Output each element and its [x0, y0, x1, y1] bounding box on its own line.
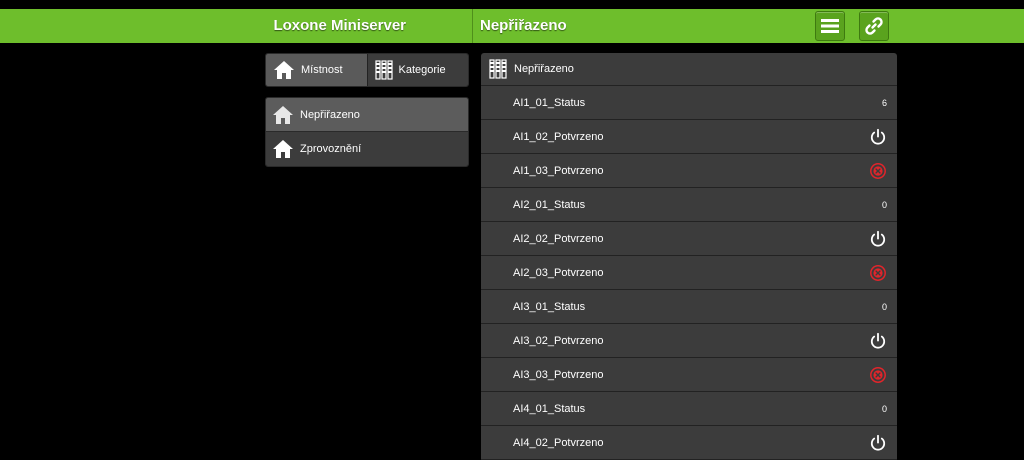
row-value: 0: [881, 199, 887, 210]
power-icon[interactable]: [869, 434, 887, 452]
app-title: Loxone Miniserver: [273, 17, 406, 34]
list-row[interactable]: AI3_02_Potvrzeno: [481, 324, 897, 358]
segment-category[interactable]: Kategorie: [366, 54, 468, 86]
list-row[interactable]: AI4_01_Status 0: [481, 392, 897, 426]
hamburger-icon: [821, 19, 839, 33]
row-value: 0: [881, 403, 887, 414]
room-item-label: Zprovoznění: [300, 143, 362, 155]
row-label: AI2_03_Potvrzeno: [513, 266, 604, 279]
row-label: AI4_01_Status: [513, 402, 586, 415]
link-button[interactable]: [859, 11, 889, 41]
power-icon[interactable]: [869, 332, 887, 350]
list-row[interactable]: AI4_02_Potvrzeno: [481, 426, 897, 460]
row-label: AI3_01_Status: [513, 300, 586, 313]
house-icon: [273, 105, 293, 124]
link-icon: [865, 17, 883, 35]
row-label: AI2_01_Status: [513, 198, 586, 211]
app-header: Loxone Miniserver Nepřiřazeno: [0, 9, 1024, 43]
list-row[interactable]: AI2_02_Potvrzeno: [481, 222, 897, 256]
row-label: AI1_01_Status: [513, 96, 586, 109]
house-icon: [274, 61, 294, 79]
power-icon[interactable]: [869, 128, 887, 146]
category-icon: [374, 60, 393, 80]
list-row[interactable]: AI2_01_Status 0: [481, 188, 897, 222]
segment-category-label: Kategorie: [398, 64, 446, 76]
list-row[interactable]: AI1_02_Potvrzeno: [481, 120, 897, 154]
list-row[interactable]: AI2_03_Potvrzeno: [481, 256, 897, 290]
list-row[interactable]: AI1_03_Potvrzeno: [481, 154, 897, 188]
room-item-label: Nepřiřazeno: [300, 108, 360, 121]
room-list: Nepřiřazeno Zprovoznění: [265, 97, 469, 167]
error-icon[interactable]: [869, 366, 887, 384]
row-label: AI3_03_Potvrzeno: [513, 368, 604, 381]
row-value: 0: [881, 301, 887, 312]
room-item-unassigned[interactable]: Nepřiřazeno: [266, 98, 468, 132]
list-row[interactable]: AI1_01_Status 6: [481, 86, 897, 120]
row-label: AI4_02_Potvrzeno: [513, 436, 604, 449]
view-segmented-control: Místnost Kategorie: [265, 53, 469, 87]
row-label: AI1_02_Potvrzeno: [513, 130, 604, 143]
list-row[interactable]: AI3_03_Potvrzeno: [481, 358, 897, 392]
list-header: Nepřiřazeno: [481, 53, 897, 86]
page-title: Nepřiřazeno: [480, 17, 567, 34]
row-value: 6: [881, 97, 887, 108]
error-icon[interactable]: [869, 264, 887, 282]
room-item-commissioning[interactable]: Zprovoznění: [266, 132, 468, 166]
error-icon[interactable]: [869, 162, 887, 180]
header-divider: [472, 9, 473, 43]
list-row[interactable]: AI3_01_Status 0: [481, 290, 897, 324]
menu-button[interactable]: [815, 11, 845, 41]
list-header-label: Nepřiřazeno: [514, 63, 574, 75]
row-label: AI2_02_Potvrzeno: [513, 232, 604, 245]
segment-room[interactable]: Místnost: [266, 54, 367, 86]
segment-room-label: Místnost: [301, 64, 343, 76]
row-label: AI1_03_Potvrzeno: [513, 164, 604, 177]
power-icon[interactable]: [869, 230, 887, 248]
control-list: Nepřiřazeno AI1_01_Status 6 AI1_02_Potvrze…: [481, 53, 897, 460]
row-label: AI3_02_Potvrzeno: [513, 334, 604, 347]
category-icon: [489, 59, 507, 79]
house-icon: [273, 140, 293, 158]
top-strip: [0, 0, 1024, 9]
